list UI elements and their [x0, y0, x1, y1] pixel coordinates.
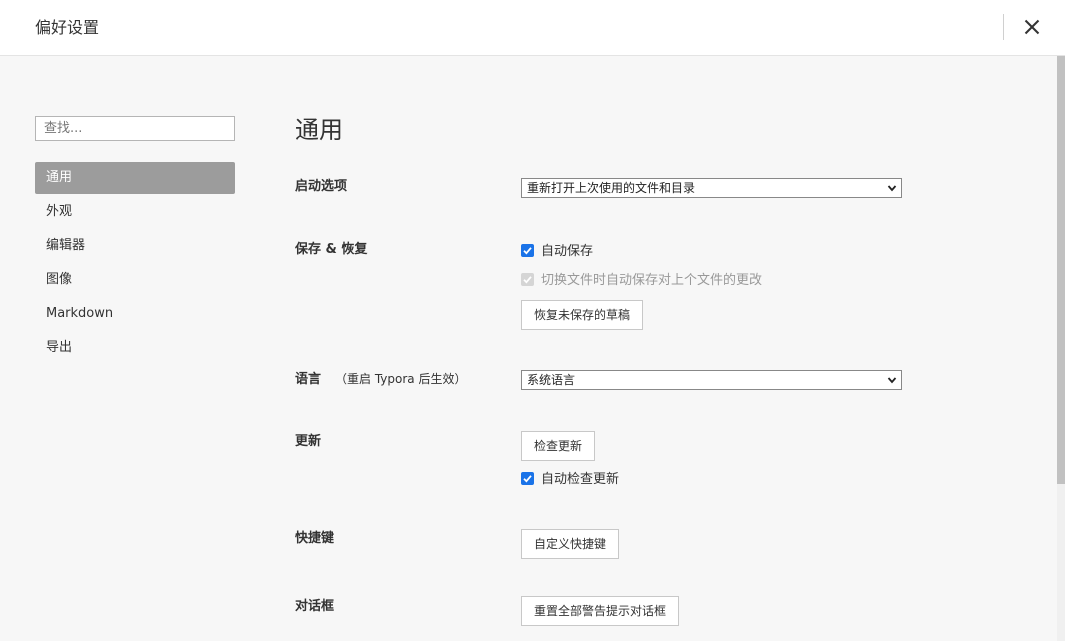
close-icon: [1024, 19, 1040, 35]
sidebar-item-export[interactable]: 导出: [35, 332, 235, 364]
language-label: 语言 （重启 Typora 后生效）: [295, 370, 466, 389]
shortcuts-label: 快捷键: [295, 531, 335, 546]
checkbox-disabled-icon: [521, 272, 534, 286]
chevron-down-icon: [887, 185, 897, 192]
language-select[interactable]: 系统语言: [521, 370, 902, 390]
sidebar-nav: 通用 外观 编辑器 图像 Markdown 导出: [35, 162, 235, 366]
restore-drafts-button[interactable]: 恢复未保存的草稿: [521, 300, 644, 330]
autosave-on-switch-checkbox: 切换文件时自动保存对上个文件的更改: [521, 272, 762, 290]
close-button[interactable]: [1018, 13, 1046, 41]
startup-select[interactable]: 重新打开上次使用的文件和目录: [521, 178, 902, 198]
auto-check-update-label: 自动检查更新: [541, 472, 620, 487]
reset-dialogs-button[interactable]: 重置全部警告提示对话框: [521, 596, 680, 626]
language-label-text: 语言: [295, 372, 322, 387]
sidebar-item-appearance[interactable]: 外观: [35, 196, 235, 228]
autosave-checkbox[interactable]: 自动保存: [521, 243, 593, 261]
title-bar: 偏好设置: [0, 0, 1065, 56]
dialogs-label: 对话框: [295, 599, 335, 614]
checkbox-checked-icon: [521, 471, 534, 485]
checkbox-checked-icon: [521, 243, 534, 257]
autosave-on-switch-label: 切换文件时自动保存对上个文件的更改: [541, 273, 763, 288]
sidebar-item-markdown[interactable]: Markdown: [35, 298, 235, 330]
check-update-button[interactable]: 检查更新: [521, 431, 596, 461]
update-label: 更新: [295, 434, 322, 449]
window-title: 偏好设置: [35, 18, 100, 37]
language-select-value: 系统语言: [527, 373, 576, 387]
startup-select-value: 重新打开上次使用的文件和目录: [527, 181, 696, 195]
sidebar-item-image[interactable]: 图像: [35, 264, 235, 296]
autosave-label: 自动保存: [541, 244, 594, 259]
startup-label: 启动选项: [295, 179, 348, 194]
save-restore-label: 保存 & 恢复: [295, 242, 368, 257]
language-hint: （重启 Typora 后生效）: [335, 372, 467, 386]
title-divider: [1003, 14, 1004, 40]
sidebar-item-editor[interactable]: 编辑器: [35, 230, 235, 262]
auto-check-update-checkbox[interactable]: 自动检查更新: [521, 471, 619, 489]
sidebar-item-general[interactable]: 通用: [35, 162, 235, 194]
page-title: 通用: [295, 116, 343, 144]
scrollbar-thumb[interactable]: [1057, 56, 1065, 484]
search-input[interactable]: [35, 116, 235, 141]
customize-shortcuts-button[interactable]: 自定义快捷键: [521, 529, 620, 559]
chevron-down-icon: [887, 377, 897, 384]
